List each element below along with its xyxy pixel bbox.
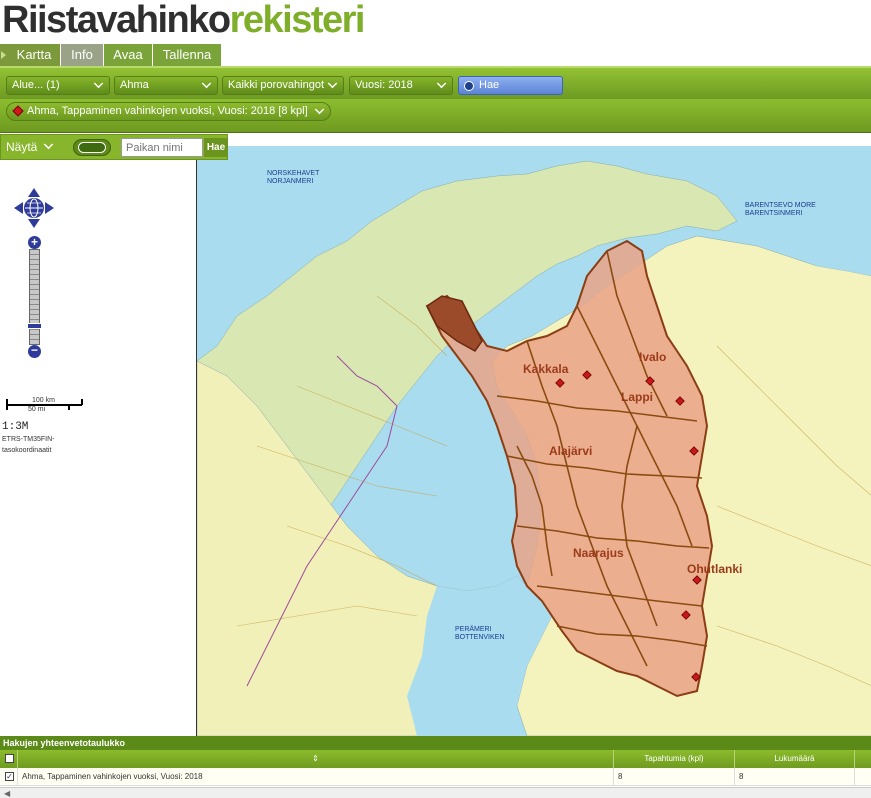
row-checkbox[interactable]: ✓ — [0, 768, 18, 786]
main-tabs: Kartta Info Avaa Tallenna — [0, 44, 871, 66]
chevron-down-icon — [327, 78, 338, 89]
column-header-lukumaara[interactable]: Lukumäärä — [735, 750, 855, 768]
filter-bar: Alue... (1) Ahma Kaikki porovahingot Vuo… — [0, 66, 871, 99]
pan-control[interactable] — [14, 188, 54, 228]
scale-ratio: 1:3M — [2, 421, 29, 433]
table-row[interactable]: ✓ Ahma, Tappaminen vahinkojen vuoksi, Vu… — [0, 768, 871, 786]
pan-right-icon — [45, 202, 54, 214]
show-menu-label[interactable]: Näytä — [6, 140, 37, 154]
summary-table-header: ⇕ Tapahtumia (kpl) Lukumäärä — [0, 750, 871, 768]
zoom-out-icon[interactable]: − — [28, 344, 41, 358]
map-canvas — [197, 160, 871, 736]
place-label: Alajärvi — [549, 444, 593, 458]
tab-info-label: Info — [71, 47, 93, 62]
year-dropdown-value: Vuosi: 2018 — [355, 79, 413, 91]
tab-kartta-label: Kartta — [16, 47, 52, 62]
zoom-track[interactable] — [29, 249, 40, 345]
pan-up-icon — [28, 188, 40, 197]
horizontal-scrollbar[interactable]: ◀ — [0, 787, 871, 798]
damage-type-dropdown[interactable]: Kaikki porovahingot — [222, 76, 344, 95]
zoom-handle[interactable] — [27, 323, 42, 329]
chevron-down-icon — [436, 78, 447, 89]
sea-label-norway: NORSKEHAVET NORJANMERI — [267, 170, 320, 185]
result-layer-pill[interactable]: Ahma, Tappaminen vahinkojen vuoksi, Vuos… — [6, 102, 331, 121]
coordinate-system-label: ETRS-TM35FIN-tasokoordinaatit — [2, 436, 55, 454]
select-all-checkbox[interactable] — [0, 750, 18, 768]
zoom-slider[interactable]: + − — [27, 236, 42, 358]
place-search-button[interactable]: Hae — [204, 138, 228, 157]
column-header-tapahtumia[interactable]: Tapahtumia (kpl) — [614, 750, 735, 768]
place-label: Naarajus — [573, 546, 624, 560]
column-header-name[interactable]: ⇕ — [18, 750, 614, 768]
summary-table-title: Hakujen yhteenvetotaulukko — [0, 736, 871, 750]
app-logo: Riistavahinkorekisteri — [2, 0, 366, 41]
place-name-input[interactable] — [121, 138, 203, 157]
active-tab-arrow-icon — [1, 51, 6, 59]
place-label: Lappi — [621, 390, 653, 404]
species-dropdown[interactable]: Ahma — [114, 76, 218, 95]
species-dropdown-value: Ahma — [120, 79, 149, 91]
app-root: Riistavahinkorekisteri Kartta Info Avaa … — [0, 0, 871, 798]
logo-text-part2: rekisteri — [229, 0, 366, 41]
chevron-down-icon — [93, 78, 104, 89]
chevron-down-icon — [314, 104, 324, 115]
damage-type-dropdown-value: Kaikki porovahingot — [228, 79, 325, 91]
row-lukumaara: 8 — [735, 768, 855, 786]
summary-table: Hakujen yhteenvetotaulukko ⇕ Tapahtumia … — [0, 736, 871, 798]
tab-kartta[interactable]: Kartta — [0, 44, 60, 66]
tab-tallenna[interactable]: Tallenna — [153, 44, 221, 66]
row-tapahtumia: 8 — [614, 768, 735, 786]
row-name: Ahma, Tappaminen vahinkojen vuoksi, Vuos… — [18, 768, 614, 786]
logo-text-part1: Riistavahinko — [2, 0, 231, 41]
chevron-down-icon — [201, 78, 212, 89]
place-label: Kakkala — [523, 362, 569, 376]
tab-tallenna-label: Tallenna — [162, 47, 212, 62]
tab-avaa-label: Avaa — [113, 47, 143, 62]
tab-info[interactable]: Info — [61, 44, 103, 66]
sea-label-barents: BARENTSEVO MORE BARENTSINMERI — [745, 202, 816, 217]
sort-icon: ⇕ — [312, 754, 319, 763]
red-diamond-marker-icon — [12, 105, 24, 117]
scale-km-label: 100 km — [32, 397, 55, 404]
tab-avaa[interactable]: Avaa — [104, 44, 152, 66]
scroll-left-icon[interactable]: ◀ — [4, 789, 10, 798]
layer-toggle-knob-icon — [78, 142, 106, 153]
area-dropdown-value: Alue... (1) — [12, 79, 60, 91]
zoom-in-icon[interactable]: + — [28, 236, 41, 249]
year-dropdown[interactable]: Vuosi: 2018 — [349, 76, 453, 95]
place-label: Ivalo — [639, 350, 667, 364]
search-button-label: Hae — [479, 79, 500, 91]
pan-left-icon — [14, 202, 23, 214]
result-bar: Ahma, Tappaminen vahinkojen vuoksi, Vuos… — [0, 99, 871, 133]
sea-label-bothnia: PERÄMERI BOTTENVIKEN — [455, 626, 505, 641]
result-layer-label: Ahma, Tappaminen vahinkojen vuoksi, Vuos… — [27, 105, 308, 117]
layer-toggle[interactable] — [73, 139, 111, 156]
pan-down-icon — [28, 219, 40, 228]
area-dropdown[interactable]: Alue... (1) — [6, 76, 110, 95]
scale-bar: 100 km 50 mi — [6, 397, 84, 413]
search-icon — [464, 81, 474, 91]
map-toolbar: Näytä Hae — [0, 134, 228, 160]
map-view[interactable]: NORSKEHAVET NORJANMERI BARENTSEVO MORE B… — [196, 146, 871, 736]
place-label: Ohutlanki — [687, 562, 743, 576]
chevron-down-icon[interactable] — [43, 139, 54, 150]
search-button[interactable]: Hae — [458, 76, 563, 95]
scale-mi-label: 50 mi — [28, 406, 46, 413]
